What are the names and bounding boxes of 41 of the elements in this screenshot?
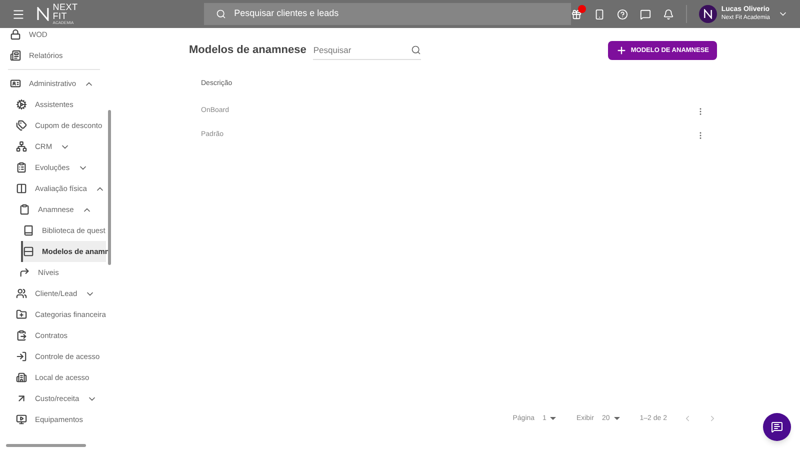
search-field[interactable]: Pesquisar xyxy=(313,42,422,60)
gear-icon xyxy=(16,99,27,110)
book-icon xyxy=(23,225,34,236)
search-field[interactable]: Pesquisar clientes e leads xyxy=(204,3,572,25)
tag-icon xyxy=(16,120,27,131)
chat-button[interactable] xyxy=(763,413,791,441)
phone-icon[interactable] xyxy=(594,8,606,20)
clipboard-icon xyxy=(19,204,30,215)
clipboard-icon xyxy=(16,330,27,341)
folder-plus-icon xyxy=(16,309,27,320)
caret-icon xyxy=(614,417,620,420)
arrow-icon xyxy=(16,393,27,404)
newspaper-icon xyxy=(10,50,21,61)
users-icon xyxy=(16,288,27,299)
bell-icon[interactable] xyxy=(663,8,674,20)
menu-icon[interactable] xyxy=(12,8,25,20)
columns-icon xyxy=(16,183,27,194)
help-icon[interactable] xyxy=(617,8,628,20)
scrollbar[interactable] xyxy=(6,444,86,447)
logo-icon xyxy=(36,7,49,21)
search-icon xyxy=(411,45,422,55)
login-icon xyxy=(16,351,27,362)
search-icon xyxy=(216,9,226,19)
rows-icon xyxy=(23,246,34,257)
plus-icon xyxy=(616,45,627,56)
logo-icon xyxy=(704,9,712,19)
gift-icon[interactable] xyxy=(571,8,582,20)
logo-name: NEXT FIT xyxy=(52,3,79,21)
lock-icon xyxy=(10,29,21,40)
network-icon xyxy=(16,141,27,152)
chat-icon xyxy=(771,421,783,433)
id-card-icon xyxy=(10,78,21,89)
caret-icon xyxy=(550,417,556,420)
avatar[interactable] xyxy=(699,5,718,23)
message-icon[interactable] xyxy=(640,8,652,20)
building-icon xyxy=(16,372,27,383)
clipboard-icon xyxy=(16,162,27,173)
corner-arrow-icon xyxy=(19,267,30,278)
page-title: Modelos de anamnese xyxy=(189,43,306,58)
monitor-icon xyxy=(16,414,27,425)
scrollbar[interactable] xyxy=(108,110,111,265)
